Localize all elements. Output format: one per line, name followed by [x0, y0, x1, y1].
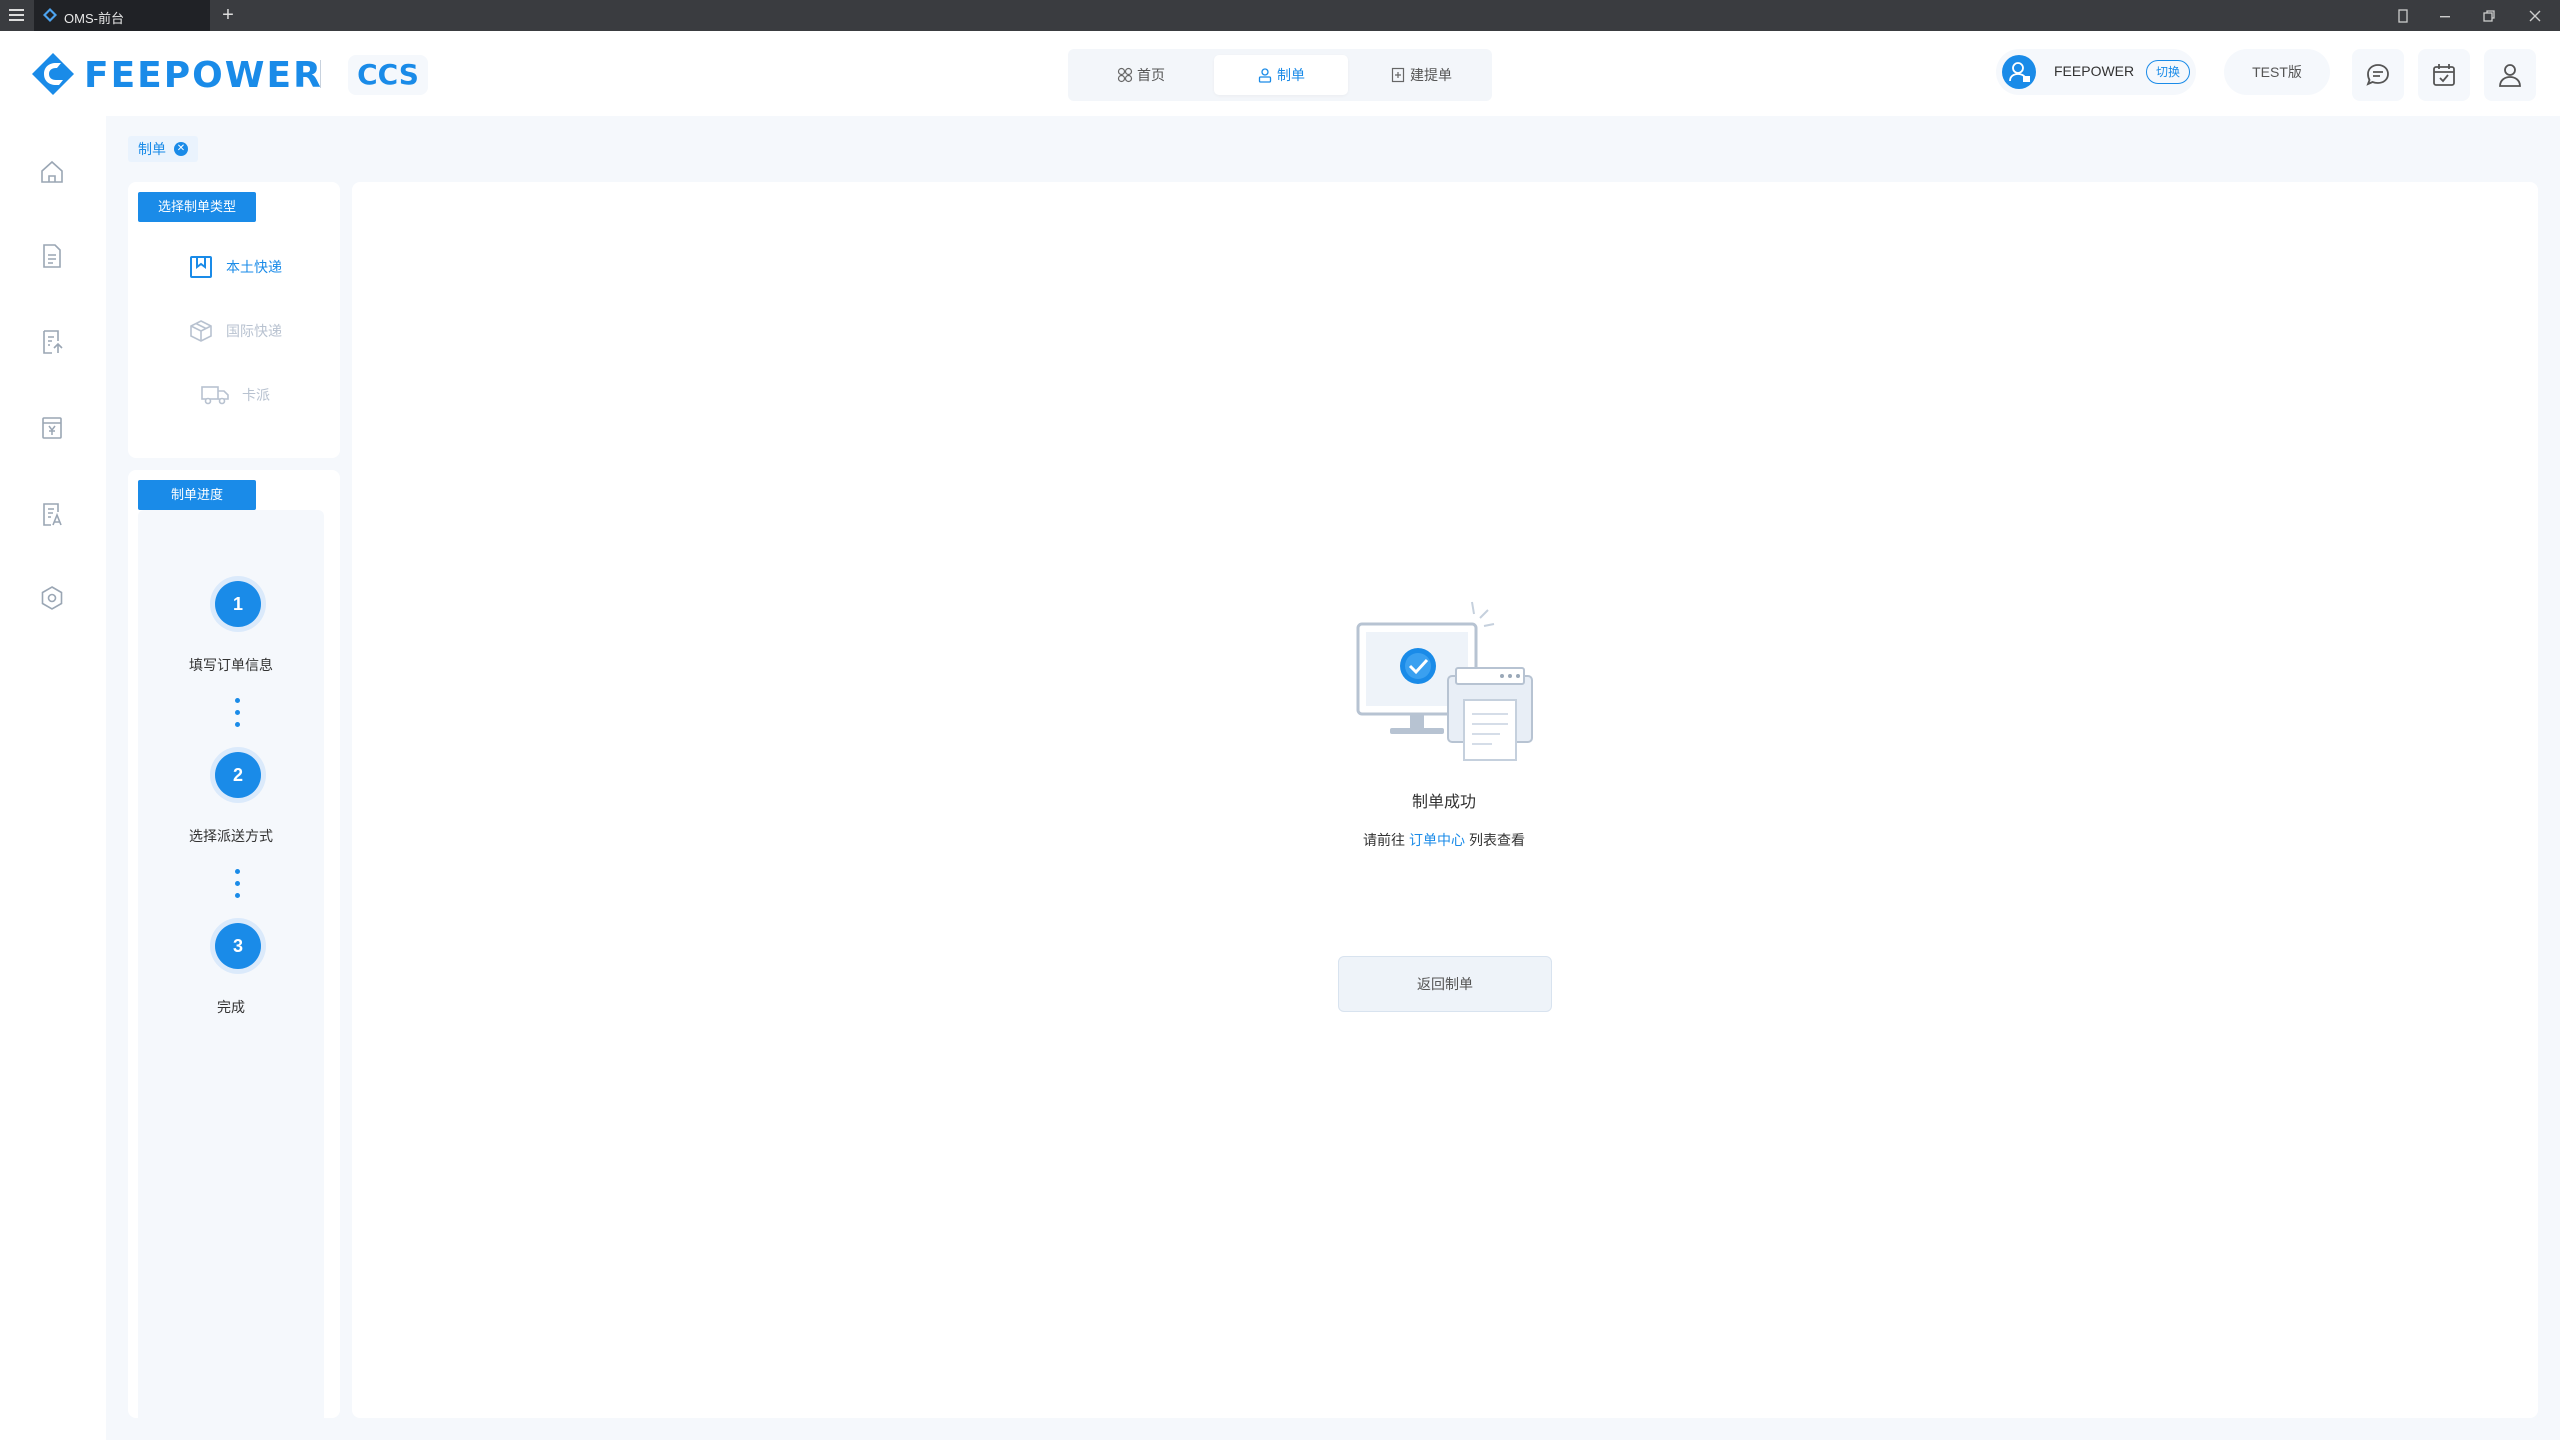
- message-icon[interactable]: [2352, 49, 2404, 101]
- type-domestic-express-label: 本土快递: [226, 259, 282, 275]
- browser-titlebar: OMS-前台 +: [0, 0, 2560, 31]
- user-icon[interactable]: [2484, 49, 2536, 101]
- feepower-logo-icon: [30, 51, 76, 97]
- switch-account-button[interactable]: 切换: [2146, 60, 2190, 84]
- menu-icon[interactable]: [8, 7, 26, 23]
- order-progress-title: 制单进度: [138, 480, 256, 510]
- app-favicon-icon: [42, 7, 58, 23]
- browser-tab[interactable]: OMS-前台: [34, 0, 210, 31]
- close-tab-icon[interactable]: ✕: [174, 142, 188, 156]
- type-truck-delivery-label: 卡派: [242, 387, 270, 403]
- user-account[interactable]: FEEPOWER 切换: [1996, 49, 2196, 95]
- finance-icon[interactable]: [34, 410, 70, 446]
- back-to-create-order-button[interactable]: 返回制单: [1338, 956, 1552, 1012]
- type-domestic-express[interactable]: 本土快递: [188, 252, 282, 282]
- new-tab-button[interactable]: +: [218, 3, 238, 27]
- add-doc-icon: [1390, 67, 1406, 83]
- close-icon[interactable]: [2524, 5, 2546, 27]
- logo-divider: [320, 60, 321, 88]
- sidebar: [0, 116, 106, 1440]
- success-desc-prefix: 请前往: [1363, 832, 1405, 848]
- bookmark-icon: [188, 254, 214, 280]
- step-connector: [235, 698, 241, 734]
- type-international-express[interactable]: 国际快递: [188, 316, 282, 346]
- type-international-express-label: 国际快递: [226, 323, 282, 339]
- box-icon: [188, 318, 214, 344]
- truck-icon: [200, 384, 230, 406]
- product-name: CCS: [348, 55, 428, 95]
- step-1-badge: 1: [215, 581, 261, 627]
- step-2-badge: 2: [215, 752, 261, 798]
- report-icon[interactable]: [34, 496, 70, 532]
- order-type-panel: 选择制单类型 本土快递 国际快递 卡派: [128, 182, 340, 458]
- order-type-title: 选择制单类型: [138, 192, 256, 222]
- step-2-label: 选择派送方式: [189, 828, 273, 844]
- tab-home-label: 首页: [1137, 67, 1165, 83]
- brand-name: FEEPOWER: [84, 55, 323, 96]
- tab-create-order-label: 制单: [1277, 67, 1305, 83]
- calendar-icon[interactable]: [2418, 49, 2470, 101]
- tab-bill-of-lading[interactable]: 建提单: [1354, 55, 1488, 95]
- settings-icon[interactable]: [34, 580, 70, 616]
- breadcrumb-tab[interactable]: 制单 ✕: [128, 136, 198, 162]
- avatar: [2002, 55, 2036, 89]
- upload-doc-icon[interactable]: [34, 324, 70, 360]
- success-description: 请前往 订单中心 列表查看: [1244, 830, 1644, 850]
- home-icon[interactable]: [34, 154, 70, 190]
- progress-steps: 1 填写订单信息 2 选择派送方式 3 完成: [138, 510, 324, 1435]
- step-1-label: 填写订单信息: [189, 657, 273, 673]
- pin-icon[interactable]: [2392, 5, 2414, 27]
- restore-icon[interactable]: [2478, 5, 2500, 27]
- user-name: FEEPOWER: [2054, 63, 2135, 79]
- step-3-badge: 3: [215, 923, 261, 969]
- tab-bill-of-lading-label: 建提单: [1410, 67, 1452, 83]
- type-truck-delivery[interactable]: 卡派: [200, 380, 270, 410]
- tab-create-order[interactable]: 制单: [1214, 55, 1348, 95]
- breadcrumb-label: 制单: [138, 141, 166, 157]
- main-nav: 首页 制单 建提单: [1068, 49, 1492, 101]
- step-3-label: 完成: [217, 999, 245, 1015]
- step-connector: [235, 869, 241, 905]
- success-illustration-icon: [1352, 596, 1538, 762]
- environment-badge[interactable]: TEST版: [2224, 49, 2330, 95]
- browser-tab-title: OMS-前台: [64, 11, 124, 26]
- order-progress-panel: 制单进度 1 填写订单信息 2 选择派送方式 3 完成: [128, 470, 340, 1435]
- user-form-icon: [1257, 67, 1273, 83]
- grid-icon: [1117, 67, 1133, 83]
- minimize-icon[interactable]: [2434, 5, 2456, 27]
- app-header: FEEPOWER CCS 首页 制单 建提单 FEEPOWER 切换 TEST版: [0, 31, 2560, 116]
- tab-home[interactable]: 首页: [1074, 55, 1208, 95]
- document-icon[interactable]: [34, 238, 70, 274]
- success-title: 制单成功: [1411, 794, 1476, 811]
- success-desc-suffix: 列表查看: [1469, 832, 1525, 848]
- order-center-link[interactable]: 订单中心: [1409, 832, 1465, 848]
